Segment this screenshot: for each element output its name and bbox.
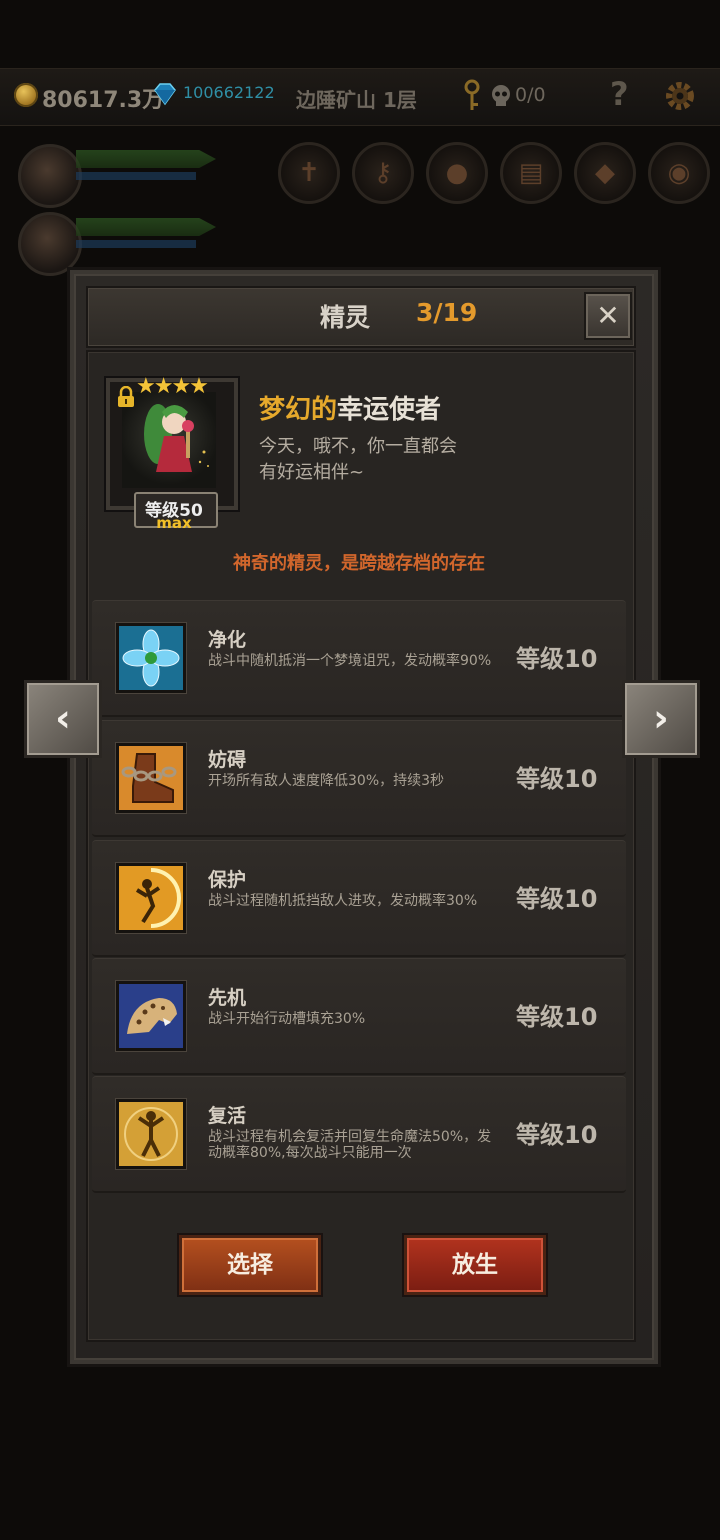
sprite-portrait: [122, 392, 216, 488]
drum-slot-icon[interactable]: ◉: [648, 142, 710, 204]
skill-description: 战斗中随机抵消一个梦境诅咒，发动概率90%: [208, 653, 492, 669]
carrot-slot-icon[interactable]: ◆: [574, 142, 636, 204]
gear-icon[interactable]: [662, 78, 698, 114]
hero-mp-bar: [76, 240, 196, 248]
rarity-stars: ★★★★: [136, 374, 209, 399]
prev-sprite-button[interactable]: ‹: [24, 680, 102, 758]
skill-description: 战斗过程随机抵挡敌人进攻，发动概率30%: [208, 893, 478, 909]
sprite-name-main: 幸运使者: [337, 395, 442, 425]
hero-hp-bar: [76, 218, 216, 236]
hero-portrait[interactable]: [18, 212, 82, 276]
pumpkin-slot-icon[interactable]: ●: [426, 142, 488, 204]
skill-description: 战斗过程有机会复活并回复生命魔法50%，发动概率80%,每次战斗只能用一次: [208, 1129, 492, 1161]
next-sprite-button[interactable]: ›: [622, 680, 700, 758]
select-button[interactable]: 选择: [179, 1235, 321, 1295]
scroll-slot-icon[interactable]: ▤: [500, 142, 562, 204]
close-button[interactable]: ✕: [586, 294, 630, 338]
skill-name: 净化: [208, 629, 247, 651]
skill-level: 等级10: [516, 645, 598, 673]
revive-figure-icon: [116, 1099, 186, 1169]
skill-row: 净化 战斗中随机抵消一个梦境诅咒，发动概率90% 等级10: [92, 600, 626, 717]
gold-coin-icon: [14, 83, 38, 107]
flower-icon: [116, 623, 186, 693]
key-slot-icon[interactable]: ⚷: [352, 142, 414, 204]
skill-name: 保护: [208, 869, 247, 891]
skill-description: 战斗开始行动槽填充30%: [208, 1011, 366, 1027]
skull-count: 0/0: [515, 84, 546, 106]
skill-name: 复活: [208, 1105, 247, 1127]
skill-row: 先机 战斗开始行动槽填充30% 等级10: [92, 958, 626, 1075]
sprite-count: 3/19: [416, 298, 478, 327]
sprite-description: 今天，哦不，你一直都会 有好运相伴~: [259, 434, 499, 486]
gem-amount: 100662122: [183, 83, 275, 102]
skill-level: 等级10: [516, 885, 598, 913]
hero-hp-bar: [76, 150, 216, 168]
top-hud: 80617.3万 100662122 边陲矿山 1层 0/0 ?: [0, 68, 720, 126]
diamond-icon: [154, 83, 176, 106]
skill-row: 保护 战斗过程随机抵挡敌人进攻，发动概率30% 等级10: [92, 840, 626, 957]
fairy-shield-icon: [116, 863, 186, 933]
skill-description: 开场所有敌人速度降低30%，持续3秒: [208, 773, 445, 789]
gold-amount: 80617.3万: [42, 88, 165, 113]
dialog-title: 精灵: [320, 303, 371, 332]
lock-icon: [118, 386, 134, 407]
skull-icon: [492, 85, 510, 106]
release-button[interactable]: 放生: [404, 1235, 546, 1295]
max-label: max: [156, 514, 192, 532]
sprite-name-prefix: 梦幻的: [259, 395, 338, 425]
chained-boot-icon: [116, 743, 186, 813]
skill-name: 先机: [208, 987, 247, 1009]
skill-level: 等级10: [516, 1003, 598, 1031]
sprite-desc-line: 今天，哦不，你一直都会: [259, 436, 457, 457]
hero-portrait[interactable]: [18, 144, 82, 208]
coffin-slot-icon[interactable]: ✝: [278, 142, 340, 204]
sprite-note: 神奇的精灵，是跨越存档的存在: [233, 553, 485, 574]
skill-name: 妨碍: [208, 749, 247, 771]
help-icon[interactable]: ?: [610, 75, 629, 113]
sprite-name: 梦幻的幸运使者: [259, 389, 441, 426]
skill-level: 等级10: [516, 765, 598, 793]
key-icon: [464, 79, 480, 110]
hero-mp-bar: [76, 172, 196, 180]
leopard-icon: [116, 981, 186, 1051]
skill-row: 妨碍 开场所有敌人速度降低30%，持续3秒 等级10: [92, 720, 626, 837]
skill-level: 等级10: [516, 1121, 598, 1149]
location-label: 边陲矿山 1层: [296, 88, 417, 112]
sprite-desc-line: 有好运相伴~: [259, 462, 365, 483]
skill-row: 复活 战斗过程有机会复活并回复生命魔法50%，发动概率80%,每次战斗只能用一次…: [92, 1076, 626, 1193]
